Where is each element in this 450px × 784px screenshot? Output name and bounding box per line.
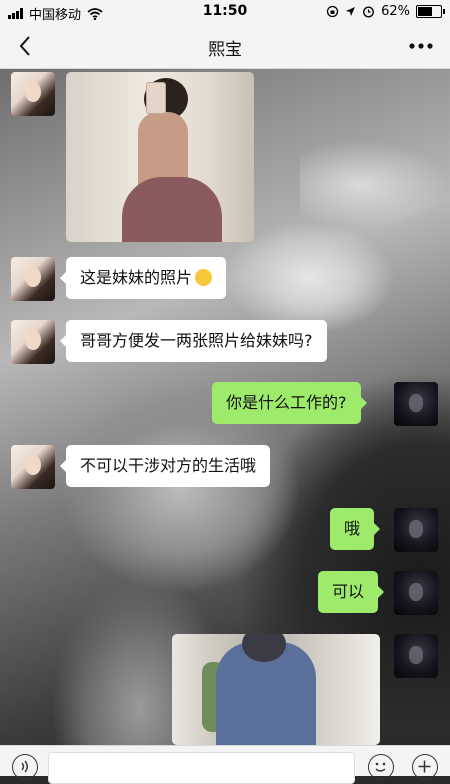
message-text: 你是什么工作的?	[226, 393, 347, 412]
contact-avatar[interactable]	[11, 72, 55, 116]
message-bubble-outgoing[interactable]: 哦	[330, 508, 381, 550]
sent-photo[interactable]	[172, 634, 380, 745]
voice-icon[interactable]	[12, 754, 38, 780]
message-bubble-outgoing[interactable]: 可以	[318, 571, 385, 613]
message-text: 可以	[332, 582, 365, 601]
chat-background-smoke	[300, 140, 450, 230]
message-text: 不可以干涉对方的生活哦	[80, 456, 257, 475]
contact-avatar[interactable]	[11, 320, 55, 364]
smiling-face-emoji-icon	[195, 269, 213, 286]
chat-header: 熙宝	[0, 24, 450, 69]
my-avatar[interactable]	[394, 634, 438, 678]
location-icon	[346, 7, 356, 16]
status-bar: 中国移动 11:50 62%	[0, 0, 450, 24]
message-bubble-incoming[interactable]: 这是妹妹的照片	[59, 257, 227, 299]
message-bubble-incoming[interactable]: 哥哥方便发一两张照片给妹妹吗?	[60, 320, 327, 362]
message-input[interactable]	[48, 752, 355, 784]
battery-percent: 62%	[381, 4, 410, 19]
message-bubble-incoming[interactable]: 不可以干涉对方的生活哦	[59, 445, 271, 487]
my-avatar[interactable]	[394, 508, 438, 552]
contact-avatar[interactable]	[11, 257, 55, 301]
input-bar	[0, 745, 450, 784]
battery-fill	[418, 7, 432, 16]
contact-avatar[interactable]	[11, 445, 55, 489]
message-text: 这是妹妹的照片	[80, 268, 193, 287]
my-avatar[interactable]	[394, 382, 438, 426]
lock-rotation-icon	[326, 5, 339, 18]
alarm-icon	[363, 6, 375, 18]
chat-title: 熙宝	[208, 40, 242, 60]
message-text: 哥哥方便发一两张照片给妹妹吗?	[80, 331, 313, 350]
message-bubble-outgoing[interactable]: 你是什么工作的?	[212, 382, 366, 424]
message-text: 哦	[344, 519, 361, 538]
emoji-icon[interactable]	[368, 754, 394, 780]
more-dots-icon[interactable]	[406, 34, 436, 58]
received-photo[interactable]	[66, 72, 254, 242]
my-avatar[interactable]	[394, 571, 438, 615]
plus-icon[interactable]	[412, 754, 438, 780]
battery-icon	[416, 5, 445, 18]
